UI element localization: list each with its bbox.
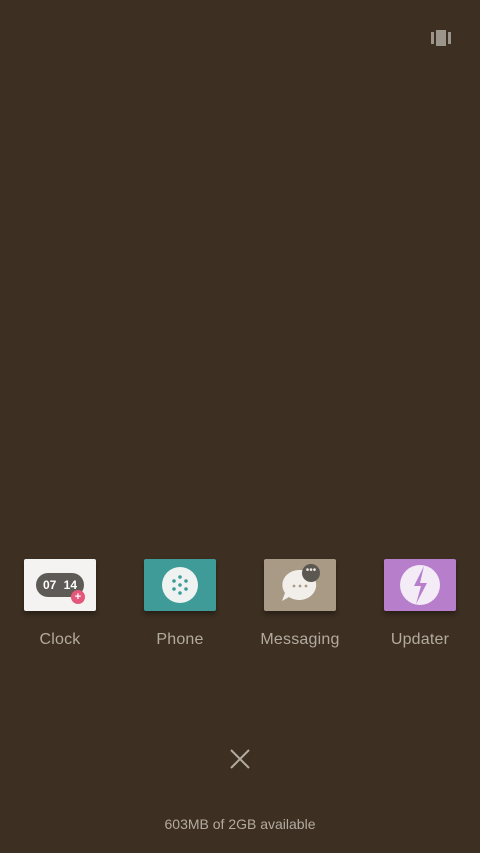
app-label: Clock [39, 631, 81, 648]
updater-app-thumbnail [384, 559, 456, 611]
message-bubble-icon [282, 569, 317, 601]
clock-app-thumbnail: 07 14 + [24, 559, 96, 611]
more-options-icon: ••• [302, 564, 320, 582]
multi-window-icon [431, 30, 451, 46]
clear-all-button[interactable] [228, 747, 252, 771]
recent-app-phone[interactable]: Phone [135, 558, 225, 658]
app-label: Phone [156, 631, 204, 648]
recent-app-clock[interactable]: 07 14 + Clock [15, 558, 105, 658]
clock-hours: 07 [43, 578, 57, 592]
updater-icon [400, 565, 440, 605]
recent-apps-list: 07 14 + Clock Phone ••• Messaging Update… [0, 558, 480, 658]
phone-app-thumbnail [144, 559, 216, 611]
messaging-app-thumbnail: ••• [264, 559, 336, 611]
phone-dialpad-icon [162, 567, 198, 603]
app-label: Messaging [260, 631, 340, 648]
close-icon [230, 749, 250, 769]
multi-window-button[interactable] [428, 28, 454, 48]
plus-badge-icon: + [71, 590, 85, 604]
recent-app-messaging[interactable]: ••• Messaging [255, 558, 345, 658]
recent-app-updater[interactable]: Updater [375, 558, 465, 658]
app-label: Updater [390, 631, 450, 648]
memory-status-text: 603MB of 2GB available [164, 816, 316, 832]
